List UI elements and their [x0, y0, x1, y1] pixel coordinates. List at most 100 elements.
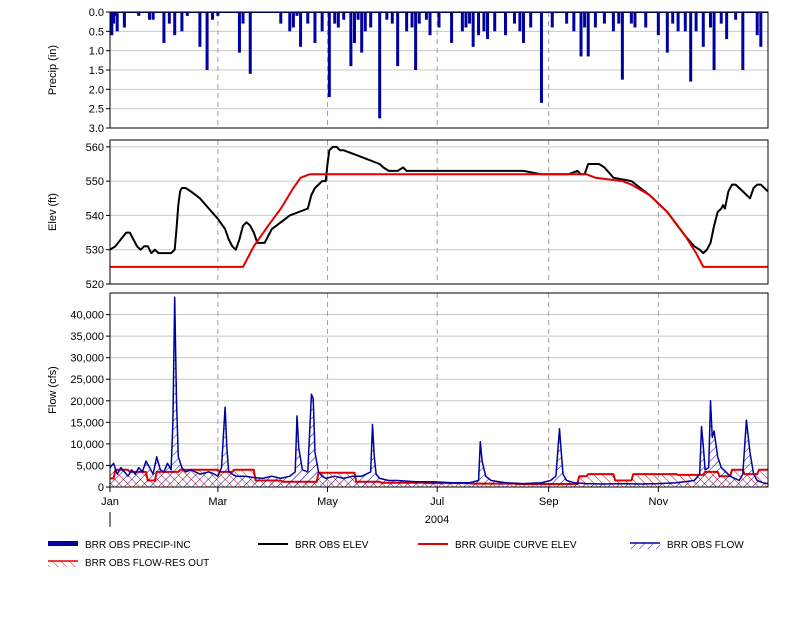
precip-bar — [471, 12, 475, 47]
precip-bar — [701, 12, 705, 47]
precip-bar — [741, 12, 745, 70]
precip-bar — [185, 12, 189, 16]
precip-bar — [583, 12, 587, 28]
precip-bar — [279, 12, 283, 24]
precip-panel-ytick-label: 3.0 — [89, 123, 104, 135]
precip-bar — [353, 12, 357, 43]
flow-panel-ylabel: Flow (cfs) — [47, 366, 59, 414]
precip-bar — [493, 12, 497, 32]
precip-bar — [241, 12, 245, 24]
precip-panel-ytick-label: 0.5 — [89, 26, 104, 38]
precip-bar — [162, 12, 166, 43]
precip-bar — [712, 12, 716, 70]
xtick-label: May — [317, 496, 338, 508]
precip-bar — [565, 12, 569, 24]
legend-item: BRR OBS FLOW — [630, 540, 744, 551]
legend-item: BRR OBS PRECIP-INC — [48, 540, 191, 551]
legend-swatch — [48, 561, 78, 567]
precip-bar — [689, 12, 693, 82]
obs-flow-line — [110, 296, 768, 485]
precip-bar — [656, 12, 660, 36]
precip-bar — [477, 12, 481, 36]
precip-bar — [390, 12, 394, 24]
flow-panel-ytick-label: 0 — [98, 482, 104, 494]
precip-bar — [644, 12, 648, 28]
precip-bar — [205, 12, 209, 70]
elev-panel-ytick-label: 540 — [86, 210, 104, 222]
precip-bar — [288, 12, 292, 32]
precip-bar — [586, 12, 590, 57]
precip-panel-ytick-label: 0.0 — [89, 7, 104, 19]
precip-bar — [424, 12, 428, 20]
precip-bar — [378, 12, 382, 119]
legend-item: BRR GUIDE CURVE ELEV — [418, 540, 577, 551]
precip-bar — [676, 12, 680, 32]
flow-panel-ytick-label: 35,000 — [70, 331, 104, 343]
precip-bar — [122, 12, 126, 28]
precip-bar — [342, 12, 346, 20]
precip-panel-ytick-label: 2.5 — [89, 104, 104, 116]
precip-bar — [396, 12, 400, 67]
precip-bar — [725, 12, 729, 40]
legend-label: BRR OBS PRECIP-INC — [85, 540, 191, 551]
precip-bar — [210, 12, 214, 20]
precip-bar — [521, 12, 525, 43]
precip-panel-ytick-label: 1.5 — [89, 65, 104, 77]
precip-bar — [464, 12, 468, 28]
guide-curve-line — [110, 173, 768, 268]
precip-bar — [486, 12, 490, 40]
precip-bar — [460, 12, 464, 32]
precip-bar — [629, 12, 633, 24]
flow-areas — [110, 296, 768, 487]
precip-bar — [216, 12, 220, 16]
precip-bar — [518, 12, 522, 32]
year-label: 2004 — [425, 514, 449, 526]
legend-label: BRR OBS FLOW-RES OUT — [85, 558, 209, 569]
precip-bar — [320, 12, 324, 32]
precip-bar — [414, 12, 418, 70]
precip-bar — [504, 12, 508, 36]
legend-label: BRR OBS FLOW — [667, 540, 744, 551]
legend-item: BRR OBS ELEV — [258, 540, 369, 551]
elev-lines — [110, 145, 768, 268]
flow-panel-ytick-label: 30,000 — [70, 353, 104, 365]
precip-bar — [363, 12, 367, 32]
xtick-label: Jan — [101, 496, 119, 508]
precip-bar — [291, 12, 295, 28]
flow-panel-ytick-label: 20,000 — [70, 396, 104, 408]
precip-bar — [755, 12, 759, 36]
precip-bar — [173, 12, 177, 36]
precip-bar — [299, 12, 303, 47]
precip-bar — [683, 12, 687, 32]
precip-bar — [405, 12, 409, 32]
precip-bar — [428, 12, 432, 36]
flow-panel-ytick-label: 5,000 — [76, 460, 104, 472]
precip-bar — [539, 12, 543, 103]
precip-bar — [719, 12, 723, 24]
elev-panel-ytick-label: 520 — [86, 279, 104, 291]
xtick-label: Sep — [539, 496, 559, 508]
legend-item: BRR OBS FLOW-RES OUT — [48, 558, 209, 569]
precip-bar — [611, 12, 615, 32]
precip-bar — [410, 12, 414, 28]
flow-panel-ytick-label: 15,000 — [70, 417, 104, 429]
precip-bar — [617, 12, 621, 24]
precip-bar — [602, 12, 606, 24]
precip-bar — [115, 12, 119, 32]
elev-panel-ytick-label: 530 — [86, 245, 104, 257]
elev-panel-frame — [109, 139, 769, 285]
precip-bar — [550, 12, 554, 28]
precip-bar — [572, 12, 576, 32]
precip-panel-ytick-label: 1.0 — [89, 46, 104, 58]
precip-bar — [385, 12, 389, 20]
precip-bar — [417, 12, 421, 24]
precip-bar — [665, 12, 669, 53]
precip-bar — [148, 12, 152, 20]
precip-bar — [327, 12, 331, 98]
precip-bar — [482, 12, 486, 32]
precip-bar — [513, 12, 517, 24]
legend-label: BRR GUIDE CURVE ELEV — [455, 540, 577, 551]
xtick-label: Nov — [649, 496, 669, 508]
precip-bar — [336, 12, 340, 28]
precip-bar — [248, 12, 252, 74]
